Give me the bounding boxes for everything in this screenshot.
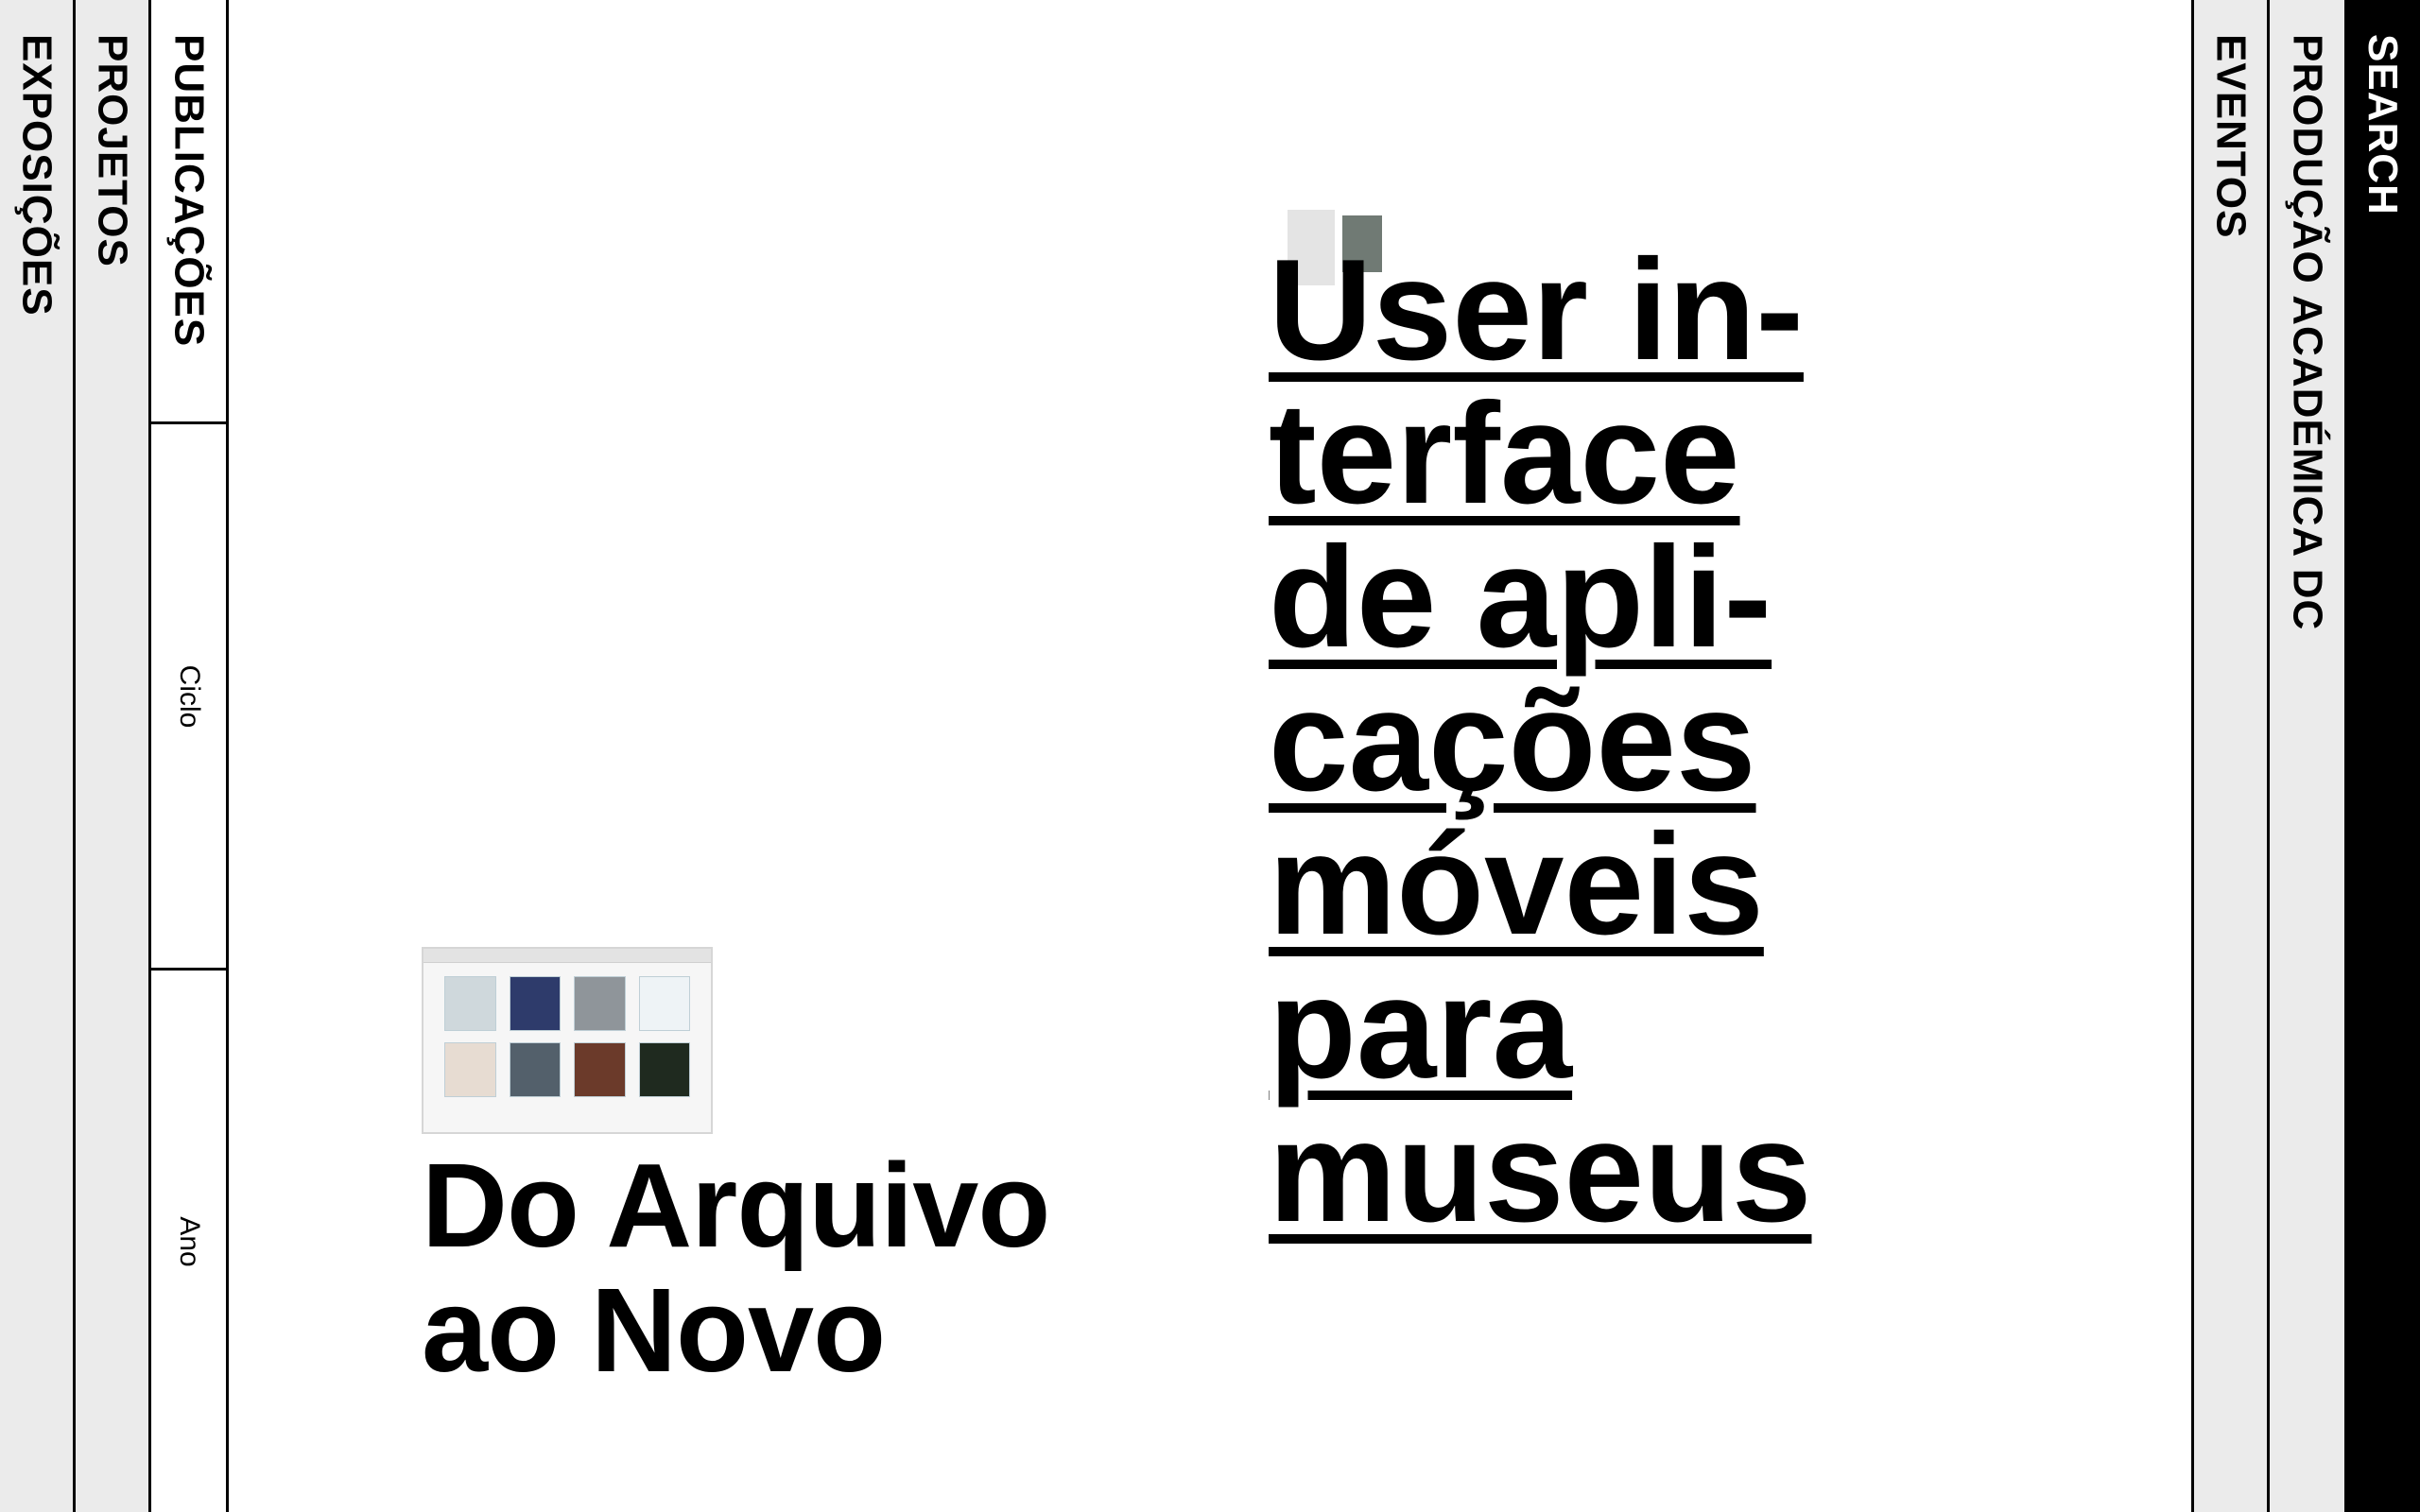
title-line: cações bbox=[1269, 661, 1756, 821]
title-line: móveis bbox=[1269, 804, 1764, 965]
thumbnail-cell bbox=[574, 976, 626, 1031]
filter-ano[interactable]: Ano bbox=[151, 968, 226, 1512]
nav-tab-eventos-label: EVENTOS bbox=[2207, 34, 2255, 239]
thumbnail-cell bbox=[509, 976, 561, 1031]
title-line: terface bbox=[1269, 373, 1740, 534]
search-tab[interactable]: SEARCH bbox=[2344, 0, 2420, 1512]
browser-toolbar bbox=[424, 949, 711, 963]
nav-tab-projetos-label: PROJETOS bbox=[89, 34, 136, 267]
thumbnail-cell bbox=[638, 976, 690, 1031]
thumbnail-cell bbox=[574, 1042, 626, 1097]
title-line: para bbox=[1269, 948, 1573, 1108]
nav-tab-projetos[interactable]: PROJETOS bbox=[76, 0, 151, 1512]
nav-tab-producao-academica[interactable]: PRODUÇÃO ACADÉMICA DC bbox=[2267, 0, 2344, 1512]
thumbnail-cell bbox=[509, 1042, 561, 1097]
nav-tab-eventos[interactable]: EVENTOS bbox=[2191, 0, 2267, 1512]
publication-title-do-arquivo[interactable]: Do Arquivo ao Novo bbox=[422, 1143, 1197, 1393]
publication-title-user-interface[interactable]: User in- terface de apli- cações móveis … bbox=[1269, 238, 1930, 1244]
thumbnail-cell bbox=[638, 1042, 690, 1097]
nav-tab-exposicoes[interactable]: EXPOSIÇÕES bbox=[0, 0, 76, 1512]
filter-ciclo[interactable]: Ciclo bbox=[151, 421, 226, 968]
nav-tab-exposicoes-label: EXPOSIÇÕES bbox=[13, 34, 60, 317]
title-line: Do Arquivo bbox=[422, 1139, 1050, 1272]
publication-thumbnail-do-arquivo[interactable] bbox=[422, 947, 713, 1134]
nav-tab-publicacoes-label: PUBLICAÇÕES bbox=[165, 34, 213, 348]
title-line: de apli- bbox=[1269, 517, 1772, 678]
thumbnail-cell bbox=[444, 976, 496, 1031]
thumbnail-cell bbox=[444, 1042, 496, 1097]
title-line: museus bbox=[1269, 1091, 1812, 1252]
filter-ciclo-label: Ciclo bbox=[173, 664, 205, 728]
title-line: ao Novo bbox=[422, 1263, 886, 1397]
search-tab-label: SEARCH bbox=[2360, 34, 2406, 215]
title-line: User in- bbox=[1269, 230, 1804, 390]
filter-ano-label: Ano bbox=[173, 1215, 205, 1267]
thumbnail-grid bbox=[424, 963, 711, 1110]
nav-tab-producao-academica-label: PRODUÇÃO ACADÉMICA DC bbox=[2284, 34, 2331, 631]
